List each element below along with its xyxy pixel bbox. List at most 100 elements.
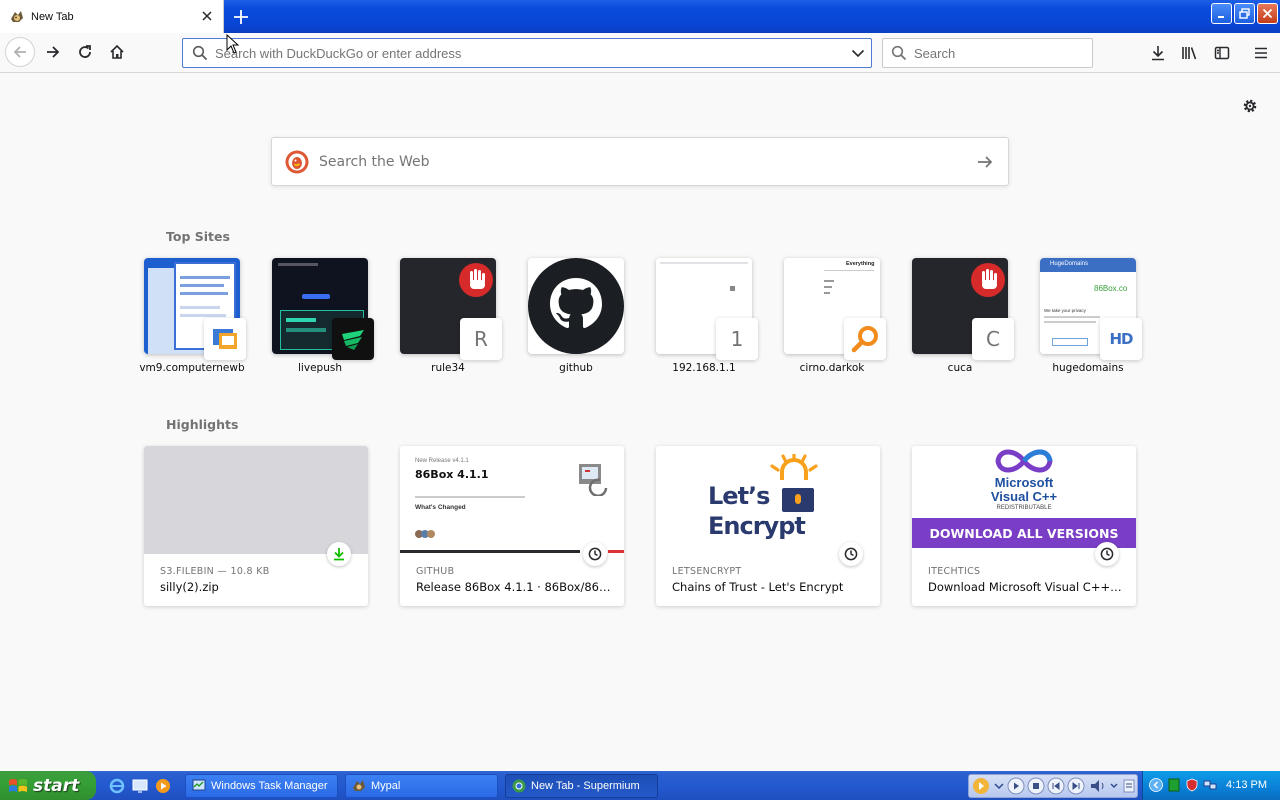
back-button[interactable]	[5, 37, 35, 67]
hugedomains-header-text: HugeDomains	[1050, 261, 1089, 267]
visual-studio-infinity-icon	[995, 449, 1053, 473]
close-tab-icon[interactable]	[199, 8, 215, 24]
sidebar-button[interactable]	[1207, 38, 1237, 68]
dropdown-small-icon[interactable]	[1109, 779, 1119, 793]
highlight-title: Chains of Trust - Let's Encrypt	[672, 580, 844, 594]
taskbar-item-label: Mypal	[371, 780, 401, 792]
web-search-input[interactable]	[319, 152, 939, 172]
site-letter-icon: 1	[716, 318, 758, 360]
search-input[interactable]	[914, 43, 1084, 63]
release-sub-text: What's Changed	[415, 504, 466, 511]
top-site-label: rule34	[431, 362, 465, 374]
top-site-tile[interactable]: livepush	[256, 258, 384, 378]
top-site-label: 192.168.1.1	[672, 362, 736, 374]
media-player-icon	[156, 779, 170, 793]
highlight-image: New Release v4.1.1 86Box 4.1.1 What's Ch…	[400, 446, 624, 554]
close-icon	[1262, 8, 1273, 19]
top-site-tile[interactable]: 1 192.168.1.1	[640, 258, 768, 378]
download-icon	[334, 548, 344, 561]
media-player-small-icon[interactable]	[972, 777, 990, 795]
forward-button[interactable]	[38, 37, 68, 67]
home-button[interactable]	[102, 37, 132, 67]
release-kicker-text: New Release v4.1.1	[415, 458, 469, 464]
duckduckgo-logo-icon	[285, 150, 309, 174]
top-site-tile[interactable]: Everything cirno.darkok	[768, 258, 896, 378]
everything-header-text: Everything	[846, 261, 875, 267]
top-site-tile[interactable]: R rule34	[384, 258, 512, 378]
menu-button[interactable]	[1246, 38, 1276, 68]
restore-player-icon[interactable]	[1122, 777, 1136, 795]
computernewb-favicon-icon	[204, 318, 246, 360]
web-search-box[interactable]	[271, 137, 1009, 186]
taskbar-item-label: New Tab - Supermium	[531, 780, 640, 792]
highlight-card[interactable]: New Release v4.1.1 86Box 4.1.1 What's Ch…	[400, 446, 624, 606]
task-manager-icon	[192, 779, 206, 791]
livepush-favicon-icon	[332, 318, 374, 360]
taskbar-item-mypal[interactable]: Mypal	[345, 774, 498, 798]
volume-icon[interactable]	[1089, 778, 1109, 794]
highlight-card[interactable]: Microsoft Visual C++ REDISTRIBUTABLE DOW…	[912, 446, 1136, 606]
show-desktop-quicklaunch[interactable]	[131, 777, 149, 795]
library-button[interactable]	[1175, 38, 1205, 68]
stop-hand-icon	[971, 263, 1005, 297]
hugedomains-domain-text: 86Box.co	[1094, 284, 1128, 293]
clock-icon	[588, 547, 602, 561]
86box-computer-icon	[579, 464, 608, 496]
vc-tag-text: REDISTRIBUTABLE	[996, 505, 1052, 511]
minimize-button[interactable]	[1211, 3, 1232, 24]
previous-track-icon[interactable]	[1047, 777, 1065, 795]
highlight-card[interactable]: S3.FILEBIN — 10.8 KB silly(2).zip	[144, 446, 368, 606]
settings-button[interactable]	[1238, 94, 1262, 118]
mouse-cursor-icon	[226, 34, 240, 54]
tray-expand-icon[interactable]	[1149, 778, 1163, 792]
windows-flag-icon	[9, 778, 27, 792]
address-input[interactable]	[215, 43, 835, 63]
download-badge	[327, 542, 351, 566]
sidebar-icon	[1214, 46, 1230, 60]
network-icon[interactable]	[1203, 778, 1217, 792]
green-square-icon[interactable]	[1167, 778, 1181, 792]
tab-new-tab[interactable]: New Tab	[0, 0, 224, 33]
navigation-toolbar	[0, 33, 1280, 73]
window-close-button[interactable]	[1257, 3, 1278, 24]
downloads-button[interactable]	[1143, 38, 1173, 68]
search-icon	[192, 45, 208, 61]
new-tab-button[interactable]	[229, 5, 253, 29]
address-bar[interactable]	[182, 38, 872, 68]
top-site-tile[interactable]: vm9.computernewb	[128, 258, 256, 378]
top-site-label: cirno.darkok	[799, 362, 865, 374]
start-button[interactable]: start	[0, 771, 96, 800]
media-player-quicklaunch[interactable]	[154, 777, 172, 795]
top-site-tile[interactable]: HugeDomains 86Box.co We take your privac…	[1024, 258, 1152, 378]
forward-arrow-icon	[47, 46, 60, 58]
internet-explorer-icon	[109, 778, 125, 794]
restore-button[interactable]	[1234, 3, 1255, 24]
highlight-context: ITECHTICS	[928, 566, 981, 577]
taskbar-item-supermium[interactable]: New Tab - Supermium	[505, 774, 658, 798]
search-bar[interactable]	[882, 38, 1093, 68]
media-controls-toolbar	[968, 774, 1138, 798]
top-site-tile[interactable]: github	[512, 258, 640, 378]
hugedomains-letter-text: HD	[1109, 330, 1133, 348]
chevron-down-icon[interactable]	[851, 46, 865, 60]
top-site-label: cuca	[947, 362, 973, 374]
highlight-card[interactable]: Let’s Encrypt LETSENCRYPT Chains of Trus…	[656, 446, 880, 606]
new-tab-page: Top Sites vm9.computernewb	[0, 74, 1280, 771]
internet-explorer-quicklaunch[interactable]	[108, 777, 126, 795]
history-badge	[583, 542, 607, 566]
next-track-icon[interactable]	[1067, 777, 1085, 795]
reload-button[interactable]	[70, 37, 100, 67]
hugedomains-privacy-text: We take your privacy	[1044, 308, 1086, 313]
play-icon[interactable]	[1007, 777, 1025, 795]
vc-product-text: Visual C++	[990, 489, 1058, 504]
dropdown-icon[interactable]	[993, 779, 1005, 793]
top-site-tile[interactable]: C cuca	[896, 258, 1024, 378]
stop-icon[interactable]	[1027, 777, 1045, 795]
taskbar-item-task-manager[interactable]: Windows Task Manager	[185, 774, 338, 798]
security-shield-icon[interactable]	[1185, 778, 1199, 792]
search-go-arrow-icon[interactable]	[976, 153, 994, 171]
clock[interactable]: 4:13 PM	[1226, 779, 1267, 791]
site-thumbnail	[528, 258, 624, 354]
reload-icon	[79, 45, 91, 58]
highlight-image: Microsoft Visual C++ REDISTRIBUTABLE DOW…	[912, 446, 1136, 554]
